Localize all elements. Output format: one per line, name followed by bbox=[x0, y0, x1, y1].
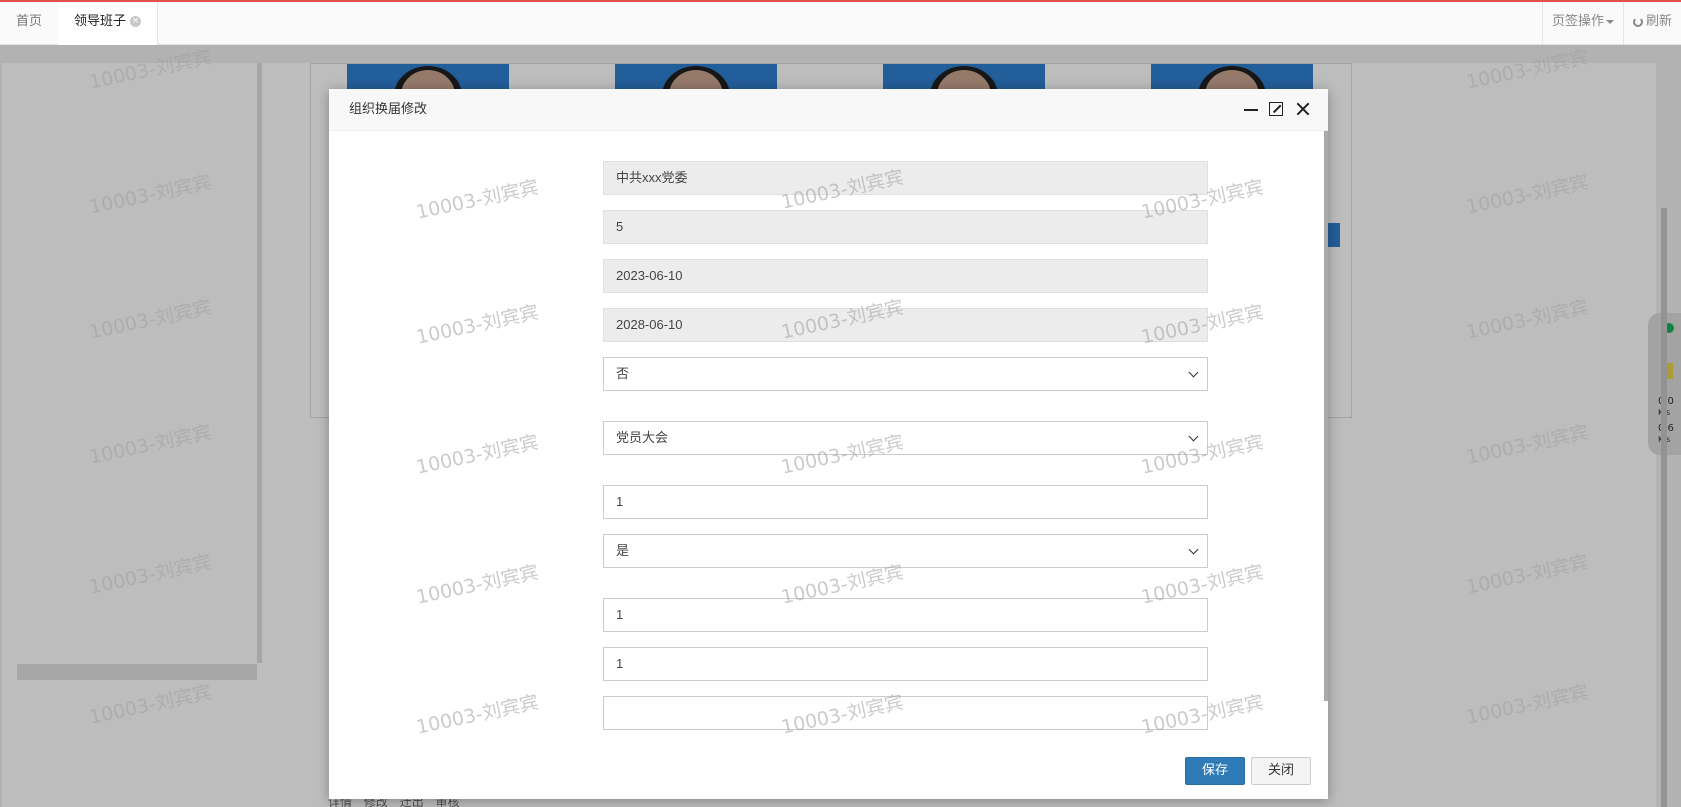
refresh-label: 刷新 bbox=[1645, 14, 1672, 29]
form-row-org: *换届组织:中共xxx党委 bbox=[329, 161, 1328, 195]
form-row-postponed: *是否延期:否 bbox=[329, 357, 1328, 391]
session-input[interactable]: 1 bbox=[603, 485, 1208, 519]
dialog-header: 组织换届修改 bbox=[329, 89, 1328, 131]
form-row-is-current: *是否现届:是 bbox=[329, 534, 1328, 568]
form-row-actual-count: *实到人数:1 bbox=[329, 647, 1328, 681]
actual-count-input[interactable]: 1 bbox=[603, 647, 1208, 681]
refresh-button[interactable]: 刷新 bbox=[1622, 2, 1681, 45]
org-input: 中共xxx党委 bbox=[603, 161, 1208, 195]
remarks-input[interactable] bbox=[603, 696, 1208, 730]
minimize-icon[interactable] bbox=[1243, 101, 1259, 117]
close-button[interactable]: 关闭 bbox=[1251, 757, 1311, 785]
caret-down-icon bbox=[1605, 19, 1614, 24]
form-row-this-election-date: *本次换届时间:2023-06-10 bbox=[329, 259, 1328, 293]
refresh-icon bbox=[1632, 16, 1643, 27]
tab-leadership[interactable]: 领导班子 × bbox=[58, 2, 159, 45]
this-election-date-input: 2023-06-10 bbox=[603, 259, 1208, 293]
top-tab-bar: 首页 领导班子 × 页签操作 刷新 bbox=[0, 0, 1681, 45]
term-years-input: 5 bbox=[603, 210, 1208, 244]
maximize-icon[interactable] bbox=[1269, 102, 1283, 116]
edit-dialog: 组织换届修改 *换届组织:中共xxx党委 *任期年限:5 *本次换届时间:2023-… bbox=[329, 89, 1328, 799]
form-row-remarks: 备注: bbox=[329, 696, 1328, 730]
tab-home[interactable]: 首页 bbox=[0, 2, 60, 45]
tab-ops-dropdown[interactable]: 页签操作 bbox=[1541, 2, 1623, 45]
form-row-next-election-date: *下次换届时间:2028-06-10 bbox=[329, 308, 1328, 342]
form-row-session: 届次:1 bbox=[329, 485, 1328, 519]
expected-count-input[interactable]: 1 bbox=[603, 598, 1208, 632]
tab-operations: 页签操作 刷新 bbox=[1541, 2, 1681, 45]
form-row-term-years: *任期年限:5 bbox=[329, 210, 1328, 244]
meeting-type-select[interactable]: 党员大会 bbox=[603, 421, 1208, 455]
tab-leadership-label: 领导班子 bbox=[74, 14, 127, 29]
dialog-title: 组织换届修改 bbox=[349, 102, 428, 117]
tab-home-label: 首页 bbox=[16, 14, 43, 29]
close-icon[interactable] bbox=[1295, 101, 1311, 117]
postponed-select[interactable]: 否 bbox=[603, 357, 1208, 391]
save-button[interactable]: 保存 bbox=[1185, 757, 1245, 785]
form-row-meeting-type: *会议类型:党员大会 bbox=[329, 421, 1328, 455]
next-election-date-input: 2028-06-10 bbox=[603, 308, 1208, 342]
tab-ops-label: 页签操作 bbox=[1551, 14, 1604, 29]
is-current-select[interactable]: 是 bbox=[603, 534, 1208, 568]
form-row-expected-count: *应到人数:1 bbox=[329, 598, 1328, 632]
tab-close-icon[interactable]: × bbox=[130, 16, 142, 27]
